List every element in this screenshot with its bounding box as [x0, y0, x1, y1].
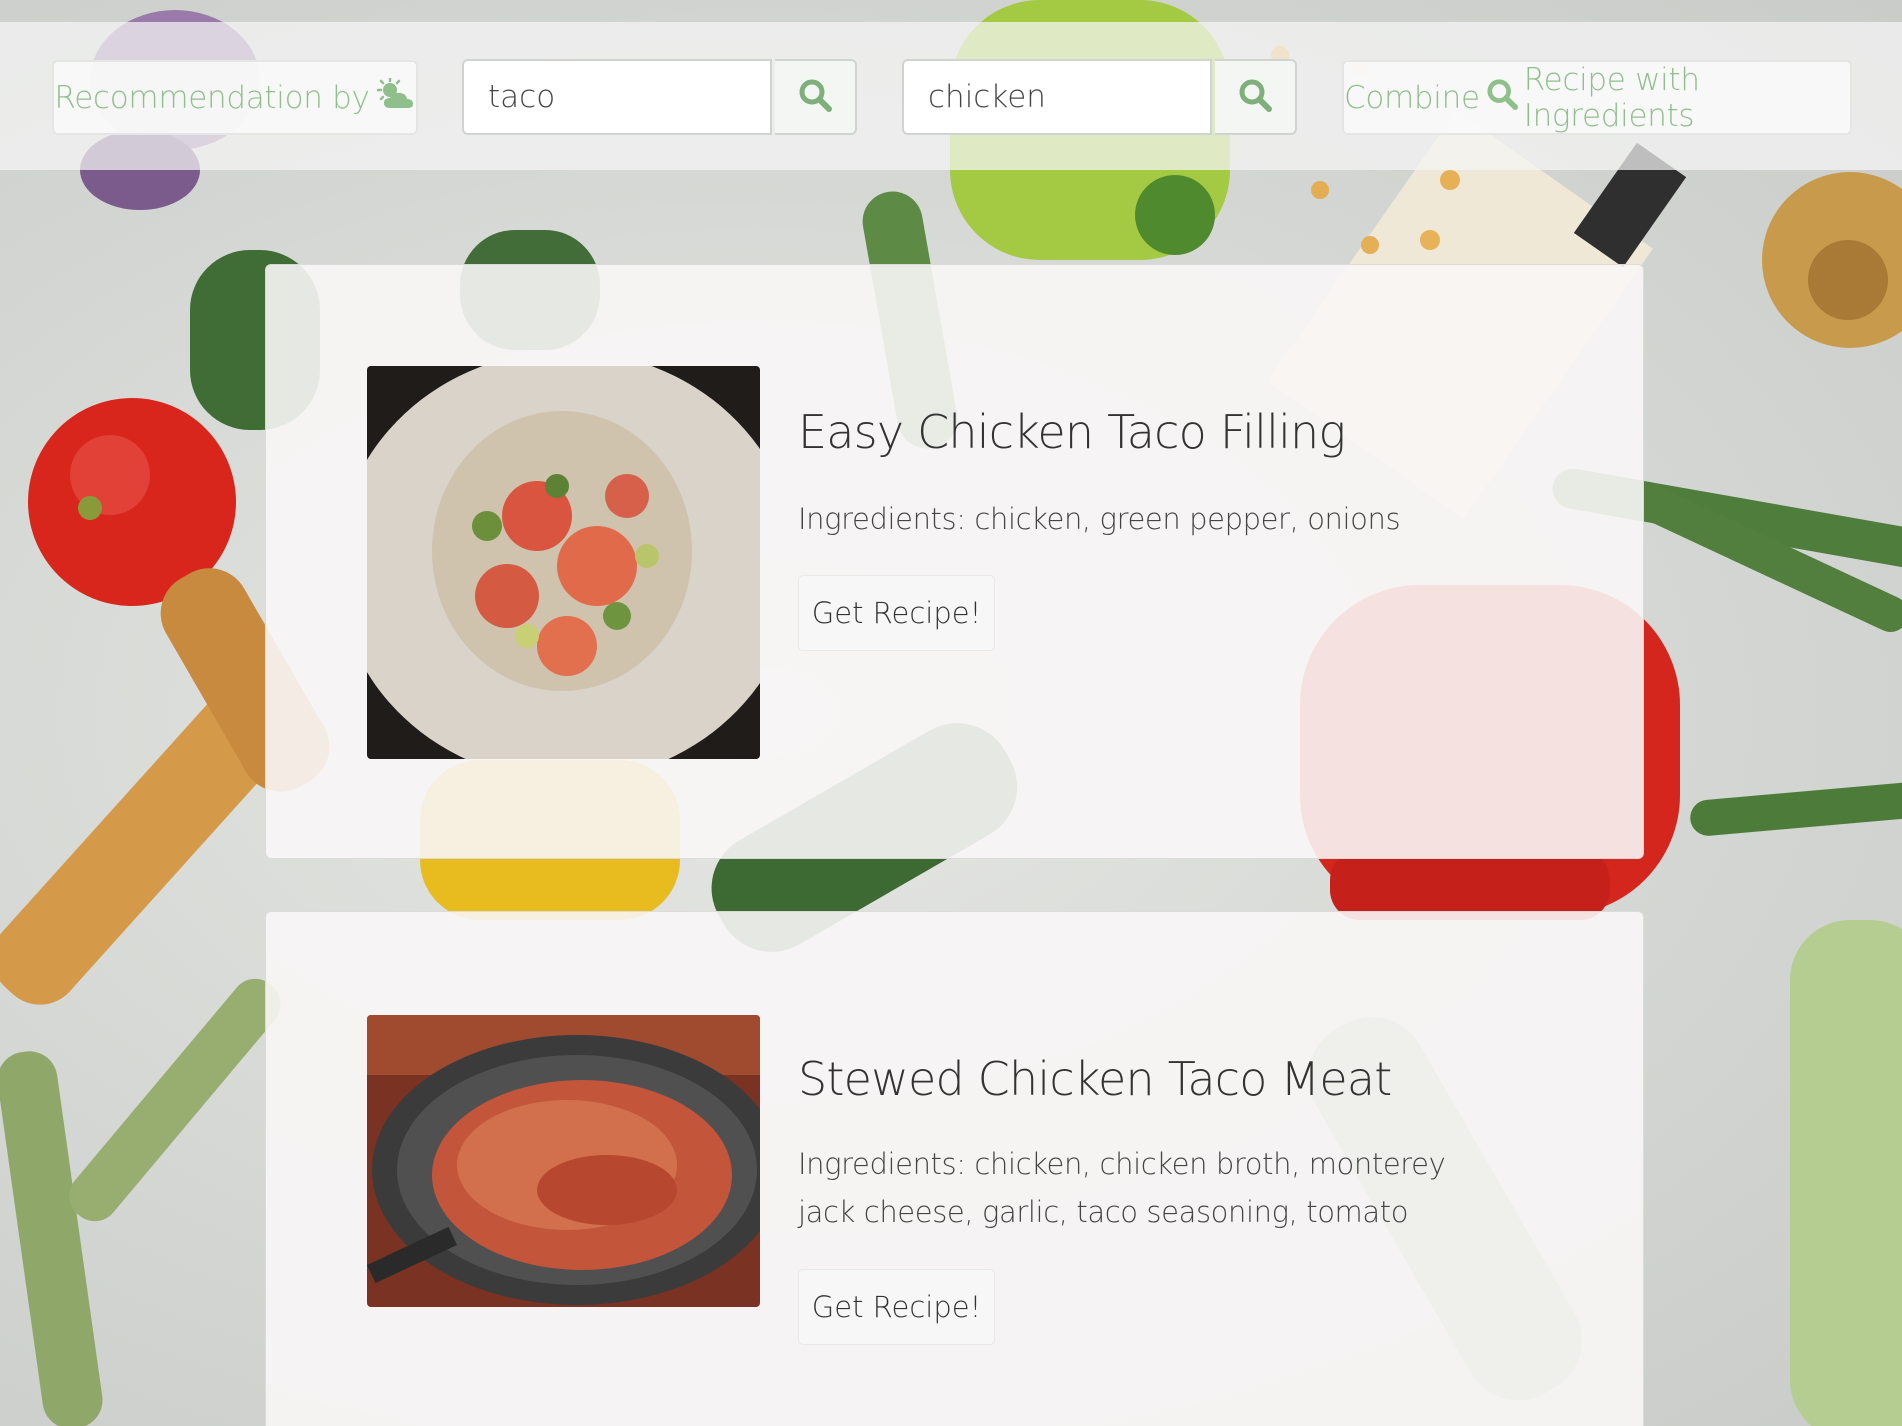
recipe-card: Stewed Chicken Taco Meat Ingredients: ch…	[265, 911, 1644, 1426]
recipe-search-button[interactable]	[775, 59, 857, 135]
recipe-card: Easy Chicken Taco Filling Ingredients: c…	[265, 264, 1644, 859]
recommendation-by-weather-button[interactable]: Recommendation by	[52, 60, 418, 135]
weather-sun-cloud-icon	[376, 76, 416, 118]
get-recipe-button[interactable]: Get Recipe!	[798, 1269, 995, 1345]
ingredient-search-button[interactable]	[1215, 59, 1297, 135]
combine-label-before: Combine	[1344, 79, 1480, 116]
recipe-ingredients: Ingredients: chicken, green pepper, onio…	[798, 502, 1401, 536]
recipe-title: Stewed Chicken Taco Meat	[798, 1052, 1392, 1106]
recipe-search-input[interactable]	[462, 59, 772, 135]
combine-label-after: Recipe with Ingredients	[1523, 61, 1700, 134]
search-icon	[798, 78, 832, 117]
search-icon	[1238, 78, 1272, 117]
top-navigation-bar: Recommendation by taco chicken Combine R…	[0, 22, 1902, 170]
ingredient-search-input[interactable]	[902, 59, 1212, 135]
search-icon	[1486, 78, 1518, 118]
recipe-image	[367, 1015, 760, 1307]
combine-recipe-ingredients-button[interactable]: Combine Recipe with Ingredients	[1342, 60, 1852, 135]
recipe-ingredients: Ingredients: chicken, chicken broth, mon…	[798, 1147, 1446, 1229]
recipe-image	[367, 366, 760, 759]
get-recipe-button[interactable]: Get Recipe!	[798, 575, 995, 651]
recipe-title: Easy Chicken Taco Filling	[798, 405, 1346, 459]
recommendation-label: Recommendation by	[54, 79, 370, 116]
